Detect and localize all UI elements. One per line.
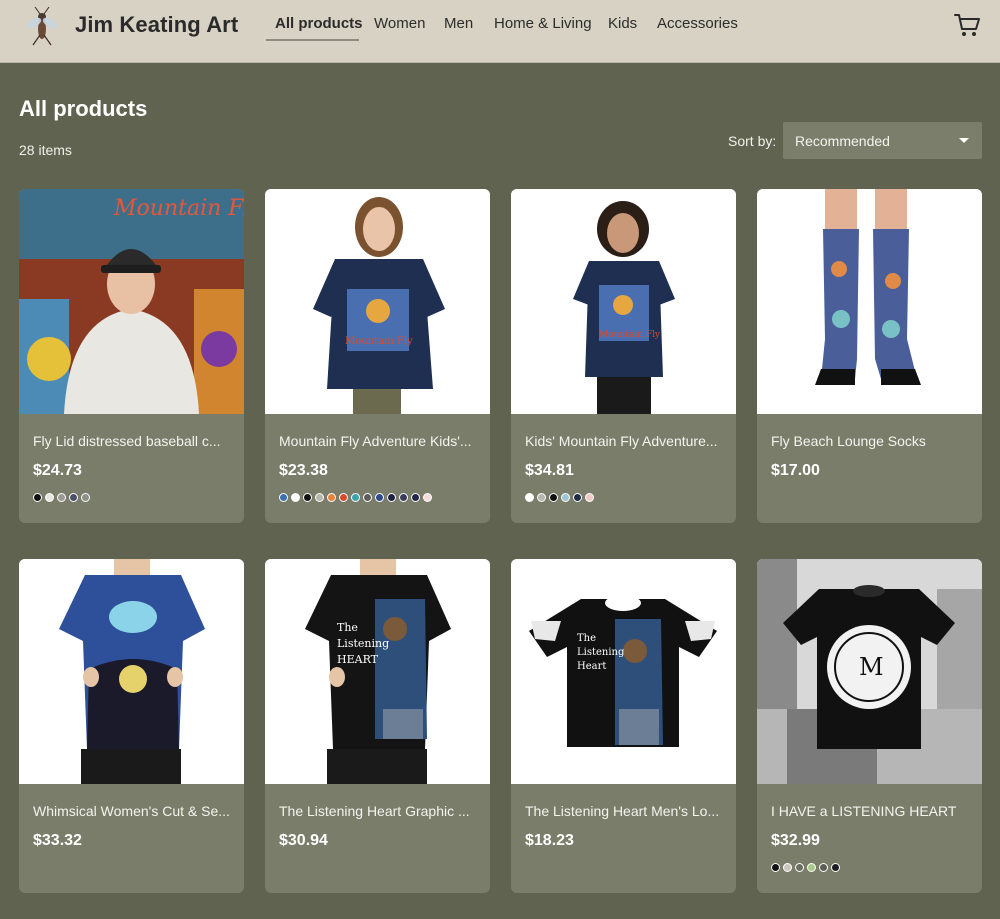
svg-text:Mountain Fly: Mountain Fly: [599, 330, 661, 340]
girl-in-navy-tshirt-photo[interactable]: Mountain Fly: [265, 189, 490, 414]
nav-item-home-living[interactable]: Home & Living: [494, 15, 592, 32]
product-title[interactable]: The Listening Heart Graphic ...: [279, 803, 477, 819]
nav-item-accessories[interactable]: Accessories: [657, 15, 738, 32]
color-swatch[interactable]: [81, 493, 90, 502]
color-swatch[interactable]: [573, 493, 582, 502]
svg-text:The: The: [577, 633, 596, 644]
color-swatch[interactable]: [291, 493, 300, 502]
svg-text:Mountain Fly: Mountain Fly: [345, 336, 413, 347]
color-swatch[interactable]: [783, 863, 792, 872]
svg-text:The: The: [337, 621, 358, 634]
product-title[interactable]: Whimsical Women's Cut & Se...: [33, 803, 231, 819]
nav-item-kids[interactable]: Kids: [608, 15, 637, 32]
color-swatch[interactable]: [351, 493, 360, 502]
svg-text:M: M: [859, 653, 884, 681]
product-card[interactable]: Mountain Fly Kids' Mountain Fly Adventur…: [511, 189, 736, 523]
color-swatch[interactable]: [315, 493, 324, 502]
color-swatch[interactable]: [399, 493, 408, 502]
color-swatch[interactable]: [411, 493, 420, 502]
sort-label: Sort by:: [728, 133, 777, 149]
printed-socks-photo[interactable]: [757, 189, 982, 414]
child-in-navy-tshirt-photo[interactable]: Mountain Fly: [511, 189, 736, 414]
product-price: $34.81: [525, 462, 574, 479]
product-card[interactable]: The Listening Heart The Listening Heart …: [511, 559, 736, 893]
black-tshirt-city-background-photo[interactable]: M: [757, 559, 982, 784]
color-swatch[interactable]: [585, 493, 594, 502]
product-price: $23.38: [279, 462, 328, 479]
top-navigation-bar: Jim Keating Art All products Women Men H…: [0, 0, 1000, 63]
color-swatch[interactable]: [423, 493, 432, 502]
product-price: $18.23: [525, 832, 574, 849]
color-swatch[interactable]: [387, 493, 396, 502]
color-swatch[interactable]: [339, 493, 348, 502]
product-price: $30.94: [279, 832, 328, 849]
svg-text:Listening: Listening: [337, 637, 389, 650]
color-swatch[interactable]: [45, 493, 54, 502]
store-brand-name[interactable]: Jim Keating Art: [75, 12, 238, 38]
product-title[interactable]: Fly Beach Lounge Socks: [771, 433, 969, 449]
color-swatches: [33, 493, 90, 503]
color-swatch[interactable]: [69, 493, 78, 502]
color-swatch[interactable]: [807, 863, 816, 872]
woman-wearing-baseball-cap-photo[interactable]: Mountain FLY: [19, 189, 244, 414]
sort-selected-value: Recommended: [795, 133, 890, 149]
color-swatch[interactable]: [819, 863, 828, 872]
color-swatch[interactable]: [795, 863, 804, 872]
color-swatch[interactable]: [537, 493, 546, 502]
product-card[interactable]: Mountain FLY Fly Lid distressed baseball…: [19, 189, 244, 523]
color-swatches: [279, 493, 432, 503]
color-swatches: [771, 863, 840, 873]
product-title[interactable]: I HAVE a LISTENING HEART: [771, 803, 969, 819]
color-swatch[interactable]: [831, 863, 840, 872]
insect-logo-icon[interactable]: [24, 5, 60, 47]
chevron-down-icon: [959, 138, 969, 143]
color-swatch[interactable]: [57, 493, 66, 502]
nav-item-men[interactable]: Men: [444, 15, 473, 32]
color-swatches: [525, 493, 594, 503]
nav-active-indicator: [266, 39, 359, 41]
color-swatch[interactable]: [561, 493, 570, 502]
product-price: $24.73: [33, 462, 82, 479]
product-card[interactable]: Whimsical Women's Cut & Se... $33.32: [19, 559, 244, 893]
product-card[interactable]: Fly Beach Lounge Socks $17.00: [757, 189, 982, 523]
svg-text:HEART: HEART: [337, 653, 379, 666]
color-swatch[interactable]: [363, 493, 372, 502]
product-card[interactable]: M I HAVE a LISTENING HEART $32.99: [757, 559, 982, 893]
product-card[interactable]: The Listening HEART The Listening Heart …: [265, 559, 490, 893]
item-count: 28 items: [19, 142, 72, 158]
color-swatch[interactable]: [279, 493, 288, 502]
color-swatch[interactable]: [327, 493, 336, 502]
product-card[interactable]: Mountain Fly Mountain Fly Adventure Kids…: [265, 189, 490, 523]
mens-black-graphic-tshirt-photo[interactable]: The Listening Heart: [511, 559, 736, 784]
product-price: $32.99: [771, 832, 820, 849]
womens-black-graphic-tshirt-photo[interactable]: The Listening HEART: [265, 559, 490, 784]
color-swatch[interactable]: [771, 863, 780, 872]
svg-text:Heart: Heart: [577, 661, 606, 672]
color-swatch[interactable]: [549, 493, 558, 502]
nav-item-women[interactable]: Women: [374, 15, 425, 32]
nav-item-all-products[interactable]: All products: [275, 15, 363, 32]
product-title[interactable]: Fly Lid distressed baseball c...: [33, 433, 231, 449]
page-title: All products: [19, 96, 148, 121]
product-title[interactable]: The Listening Heart Men's Lo...: [525, 803, 723, 819]
color-swatch[interactable]: [33, 493, 42, 502]
product-title[interactable]: Kids' Mountain Fly Adventure...: [525, 433, 723, 449]
color-swatch[interactable]: [375, 493, 384, 502]
svg-text:Mountain FLY: Mountain FLY: [113, 196, 244, 221]
sort-dropdown[interactable]: Recommended: [783, 122, 982, 159]
womens-all-over-print-tshirt-photo[interactable]: [19, 559, 244, 784]
product-price: $33.32: [33, 832, 82, 849]
cart-icon[interactable]: [953, 12, 981, 38]
product-price: $17.00: [771, 462, 820, 479]
color-swatch[interactable]: [303, 493, 312, 502]
svg-text:Listening: Listening: [577, 647, 625, 658]
product-title[interactable]: Mountain Fly Adventure Kids'...: [279, 433, 477, 449]
color-swatch[interactable]: [525, 493, 534, 502]
